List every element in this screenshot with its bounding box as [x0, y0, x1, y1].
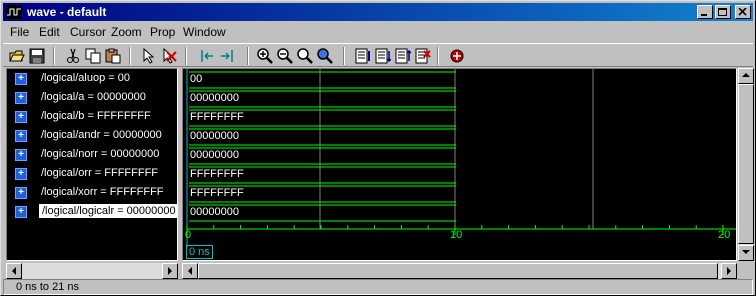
scroll-up-button[interactable]	[738, 68, 754, 84]
break-icon[interactable]	[447, 46, 467, 66]
time-range-status: 0 ns to 21 ns	[16, 281, 79, 293]
open-icon[interactable]	[7, 46, 27, 66]
signal-label[interactable]: /logical/andr = 00000000	[41, 129, 162, 141]
signal-value: 00000000	[190, 92, 239, 104]
expand-icon[interactable]: +	[15, 73, 27, 85]
menu-cursor[interactable]: Cursor	[70, 25, 106, 39]
delete-icon[interactable]	[159, 46, 179, 66]
toolbar-separator	[247, 47, 249, 65]
signal-label[interactable]: /logical/b = FFFFFFFF	[41, 110, 151, 122]
signal-value: 00000000	[190, 149, 239, 161]
signal-value: FFFFFFFF	[190, 111, 244, 123]
time-tick-label: 20	[718, 229, 731, 241]
menu-bar: File Edit Cursor Zoom Prop Window	[3, 22, 753, 42]
signal-value: FFFFFFFF	[190, 187, 244, 199]
waveform-pane[interactable]: 00 00000000 FFFFFFFF 00000000 00000000 F…	[182, 68, 737, 261]
toolbar-separator	[437, 47, 439, 65]
horizontal-scroll-thumb[interactable]	[198, 263, 718, 279]
wave-app-icon[interactable]	[6, 5, 22, 19]
scroll-left-button[interactable]	[182, 263, 198, 279]
scroll-left-button[interactable]	[6, 263, 22, 279]
title-bar[interactable]: wave - default	[3, 3, 753, 21]
maximize-button[interactable]	[715, 5, 731, 19]
signal-label[interactable]: /logical/xorr = FFFFFFFF	[41, 186, 164, 198]
zoom-full-icon[interactable]	[295, 46, 315, 66]
expand-icon[interactable]: +	[15, 206, 27, 218]
expand-icon[interactable]: +	[15, 111, 27, 123]
status-bar: 0 ns to 21 ns	[3, 279, 753, 295]
signal-label[interactable]: /logical/logicalr = 00000000	[39, 204, 177, 218]
save-icon[interactable]	[27, 46, 47, 66]
time-tick-label: 0	[185, 229, 192, 241]
signal-label[interactable]: /logical/orr = FFFFFFFF	[41, 167, 158, 179]
scroll-right-button[interactable]	[162, 263, 178, 279]
zoom-out-icon[interactable]	[275, 46, 295, 66]
zoom-area-icon[interactable]	[315, 46, 335, 66]
signal-names-pane[interactable]: + /logical/aluop = 00 + /logical/a = 000…	[6, 68, 178, 261]
wave-window: wave - default File Edit Cursor Zoom Pro…	[0, 0, 756, 296]
close-button[interactable]	[735, 5, 751, 19]
signal-row[interactable]: + /logical/b = FFFFFFFF	[7, 108, 177, 127]
signal-value: 00000000	[190, 130, 239, 142]
toolbar-separator	[129, 47, 131, 65]
vertical-scroll-thumb[interactable]	[738, 84, 754, 244]
expand-icon[interactable]: +	[15, 168, 27, 180]
time-tick-label: 10	[450, 229, 463, 241]
signal-row[interactable]: + /logical/orr = FFFFFFFF	[7, 165, 177, 184]
signal-waveform	[186, 71, 456, 89]
menu-edit[interactable]: Edit	[39, 25, 60, 39]
menu-zoom[interactable]: Zoom	[111, 25, 142, 39]
signal-row[interactable]: + /logical/aluop = 00	[7, 70, 177, 89]
scroll-right-button[interactable]	[721, 263, 737, 279]
expand-icon[interactable]: +	[15, 187, 27, 199]
select-pointer-icon[interactable]	[139, 46, 159, 66]
cut-icon[interactable]	[63, 46, 83, 66]
window-title: wave - default	[27, 5, 107, 19]
paste-icon[interactable]	[103, 46, 123, 66]
signal-row-selected[interactable]: + /logical/logicalr = 00000000	[7, 203, 177, 222]
waves-horizontal-scrollbar[interactable]	[182, 263, 737, 279]
menu-prop[interactable]: Prop	[150, 25, 175, 39]
sort-icon[interactable]	[373, 46, 393, 66]
names-horizontal-scrollbar[interactable]	[6, 263, 178, 279]
copy-icon[interactable]	[83, 46, 103, 66]
toolbar-separator	[343, 47, 345, 65]
signal-value: 00	[190, 73, 203, 85]
cursor-time-label[interactable]: 0 ns	[186, 245, 213, 259]
signal-label[interactable]: /logical/norr = 00000000	[41, 148, 159, 160]
zoom-range-icon[interactable]	[199, 46, 233, 66]
signal-value: 00000000	[190, 206, 239, 218]
menu-file[interactable]: File	[10, 25, 29, 39]
signal-value: FFFFFFFF	[190, 168, 244, 180]
expand-icon[interactable]: +	[15, 149, 27, 161]
signal-row[interactable]: + /logical/xorr = FFFFFFFF	[7, 184, 177, 203]
minimize-button[interactable]	[697, 5, 713, 19]
signal-row[interactable]: + /logical/a = 00000000	[7, 89, 177, 108]
add-wave-icon[interactable]	[353, 46, 373, 66]
expand-icon[interactable]: +	[15, 92, 27, 104]
remove-icon[interactable]	[413, 46, 433, 66]
toolbar-separator	[53, 47, 55, 65]
vertical-scrollbar[interactable]	[738, 68, 754, 261]
zoom-in-icon[interactable]	[255, 46, 275, 66]
signal-row[interactable]: + /logical/andr = 00000000	[7, 127, 177, 146]
toolbar	[3, 43, 753, 67]
scroll-down-button[interactable]	[738, 245, 754, 261]
expand-icon[interactable]: +	[15, 130, 27, 142]
signal-row[interactable]: + /logical/norr = 00000000	[7, 146, 177, 165]
toolbar-separator	[185, 47, 187, 65]
insert-icon[interactable]	[393, 46, 413, 66]
menu-window[interactable]: Window	[183, 25, 226, 39]
signal-label[interactable]: /logical/a = 00000000	[41, 91, 146, 103]
signal-label[interactable]: /logical/aluop = 00	[41, 72, 130, 84]
